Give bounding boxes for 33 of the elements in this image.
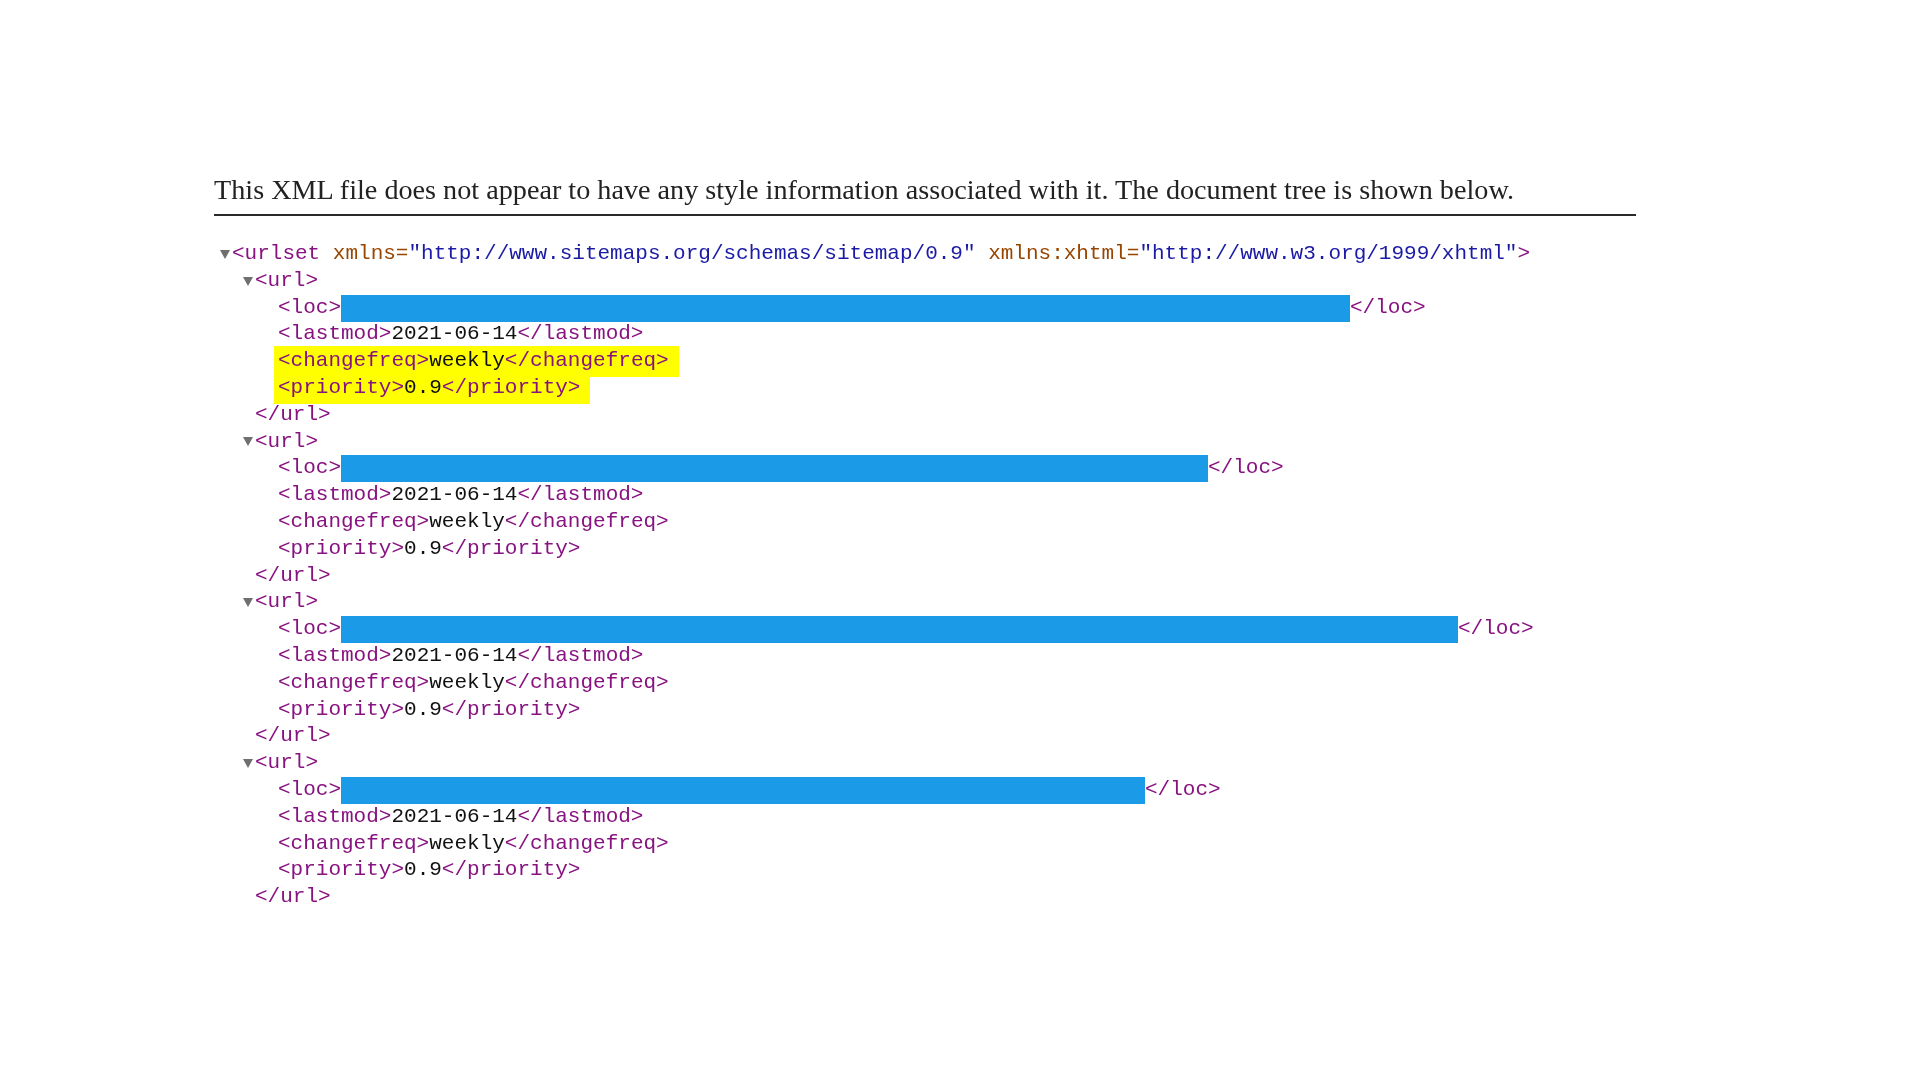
xml-open-tag: <url>: [255, 589, 318, 617]
disclosure-triangle-icon[interactable]: [220, 249, 230, 259]
xml-element-line: <changefreq>weekly</changefreq>: [278, 830, 669, 857]
xml-element-line: <lastmod>2021-06-14</lastmod>: [278, 482, 644, 509]
disclosure-triangle-icon[interactable]: [243, 437, 253, 447]
xml-element-line: <lastmod>2021-06-14</lastmod>: [278, 321, 644, 348]
xml-open-tag: <url>: [255, 750, 318, 777]
xml-element-line: <changefreq>weekly</changefreq>: [278, 669, 669, 696]
xml-tag: <loc>: [278, 776, 341, 804]
xml-close-tag: </url>: [255, 723, 331, 751]
xml-open-tag: <url>: [255, 267, 318, 295]
xml-close-tag: </url>: [255, 562, 331, 590]
xml-element-line: <lastmod>2021-06-14</lastmod>: [278, 642, 644, 669]
xml-close-tag: </url>: [255, 884, 331, 911]
disclosure-triangle-icon[interactable]: [243, 276, 253, 286]
xml-element-line: <priority>0.9</priority>: [278, 535, 581, 562]
xml-element-line: <priority>0.9</priority>: [278, 857, 581, 884]
disclosure-triangle-icon[interactable]: [243, 598, 253, 608]
xml-tag: <loc>: [278, 455, 341, 483]
disclosure-triangle-icon[interactable]: [243, 759, 253, 769]
xml-tag: <loc>: [278, 616, 341, 643]
xml-close-tag: </url>: [255, 401, 331, 429]
xml-element-line: <lastmod>2021-06-14</lastmod>: [278, 803, 644, 830]
xml-open-tag: <url>: [255, 428, 318, 456]
xml-tag: </loc>: [1208, 455, 1284, 483]
xml-tag: <loc>: [278, 294, 341, 322]
xml-tag: </loc>: [1145, 776, 1221, 804]
notice-text: This XML file does not appear to have any style information associated with it. The document tree is shown below.: [214, 173, 1514, 206]
xml-open-tag: <urlset xmlns="http://www.sitemaps.org/schemas/sitemap/0.9" xmlns:xhtml="http://www.w3.org/1999/xhtml">: [232, 241, 1531, 268]
xml-element-line: <changefreq>weekly</changefreq>: [278, 508, 669, 535]
xml-element-line: <priority>0.9</priority>: [278, 696, 581, 723]
xml-tag: </loc>: [1458, 616, 1534, 643]
xml-tag: </loc>: [1350, 294, 1426, 322]
